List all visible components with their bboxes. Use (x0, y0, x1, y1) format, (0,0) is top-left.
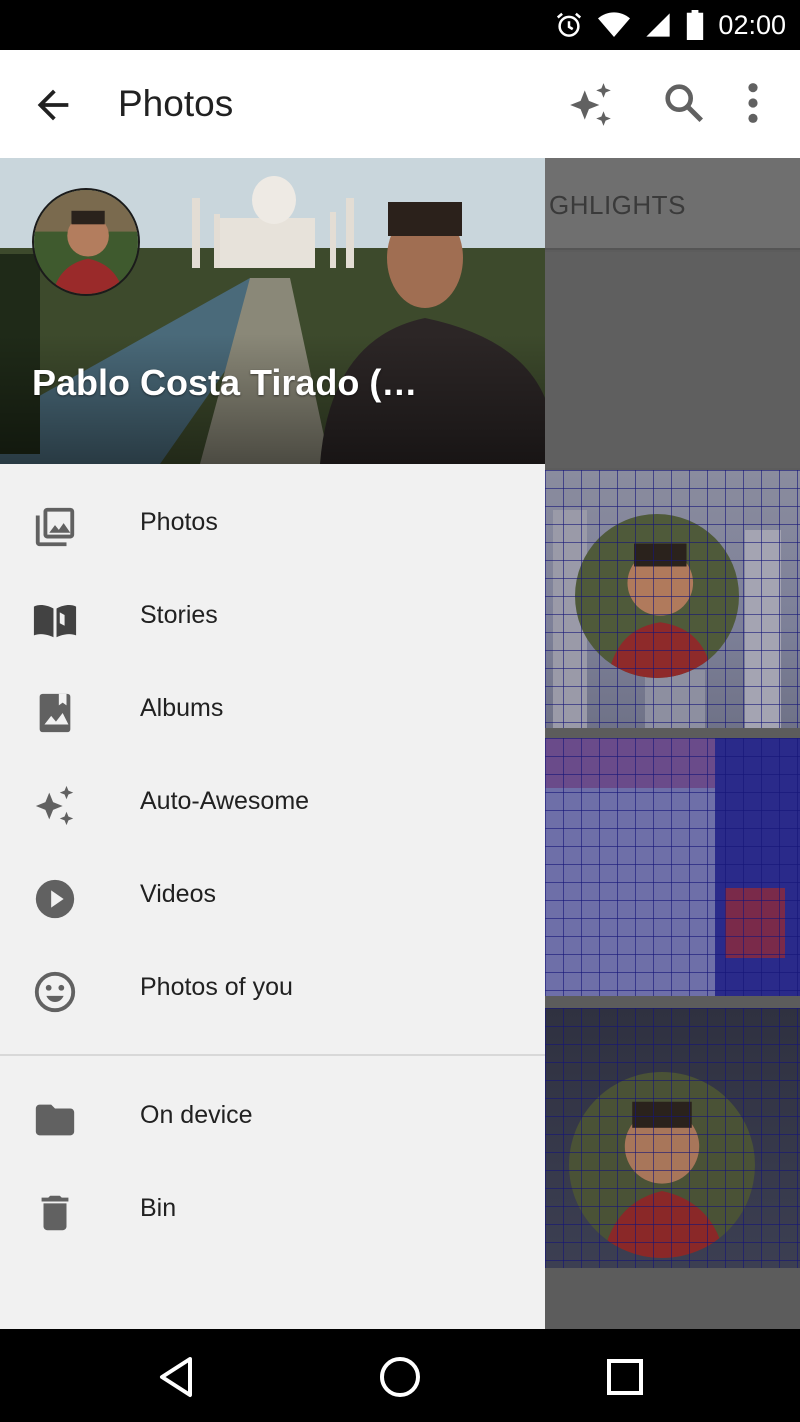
search-icon[interactable] (661, 80, 707, 126)
drawer-divider (0, 1054, 545, 1056)
page-title: Photos (118, 83, 234, 124)
drawer-item-bin[interactable]: Bin (0, 1166, 545, 1259)
grid-overlay (545, 470, 800, 728)
drawer-item-label: Photos of you (140, 973, 293, 1001)
cell-signal-icon (646, 13, 671, 37)
sparkle-icon (35, 785, 74, 826)
navigation-drawer: Pablo Costa Tirado (… Photos Stories Alb… (0, 158, 545, 1329)
photo-library-icon (35, 507, 75, 547)
account-avatar[interactable] (32, 188, 140, 296)
photo-thumbnail (545, 738, 800, 996)
avatar-illustration (34, 190, 138, 294)
drawer-item-auto-awesome[interactable]: Auto-Awesome (0, 759, 545, 852)
background-empty-area (545, 252, 800, 468)
smiley-face-icon (34, 971, 76, 1013)
drawer-item-label: Auto-Awesome (140, 787, 310, 815)
book-icon (33, 605, 77, 638)
grid-overlay (545, 1008, 800, 1268)
album-icon (39, 693, 71, 733)
drawer-item-videos[interactable]: Videos (0, 852, 545, 945)
folder-icon (35, 1104, 75, 1136)
grid-overlay (545, 738, 800, 996)
background-tabs: GHLIGHTS (545, 158, 800, 250)
system-nav-bar (0, 1329, 800, 1422)
account-name: Pablo Costa Tirado (… (32, 362, 418, 403)
photo-thumbnail (545, 1008, 800, 1268)
app-bar: Photos (0, 50, 800, 158)
drawer-item-photos[interactable]: Photos (0, 480, 545, 573)
drawer-item-label: Bin (140, 1194, 177, 1222)
drawer-item-label: On device (140, 1101, 253, 1129)
wifi-icon (598, 12, 631, 38)
recents-square-icon[interactable] (601, 1353, 649, 1401)
background-content: GHLIGHTS (545, 158, 800, 1329)
more-vert-icon[interactable] (738, 80, 768, 126)
drawer-item-photos-of-you[interactable]: Photos of you (0, 945, 545, 1038)
battery-icon (687, 10, 704, 40)
home-circle-icon[interactable] (376, 1353, 424, 1401)
status-icons: 02:00 (554, 0, 786, 50)
play-circle-icon (35, 879, 75, 919)
highlights-tab: GHLIGHTS (549, 190, 686, 220)
drawer-item-on-device[interactable]: On device (0, 1073, 545, 1166)
drawer-header[interactable]: Pablo Costa Tirado (… (0, 158, 545, 464)
drawer-item-label: Stories (140, 601, 218, 629)
drawer-item-label: Videos (140, 880, 216, 908)
auto-awesome-icon[interactable] (566, 80, 616, 130)
drawer-item-stories[interactable]: Stories (0, 573, 545, 666)
drawer-item-label: Photos (140, 508, 218, 536)
drawer-item-albums[interactable]: Albums (0, 666, 545, 759)
alarm-icon (557, 12, 582, 37)
drawer-item-label: Albums (140, 694, 224, 722)
back-triangle-icon[interactable] (152, 1353, 200, 1401)
status-time: 02:00 (718, 9, 786, 40)
photo-thumbnail (545, 470, 800, 728)
back-arrow-icon[interactable] (30, 82, 76, 128)
status-bar: 02:00 (0, 0, 800, 50)
trash-icon (41, 1195, 69, 1231)
